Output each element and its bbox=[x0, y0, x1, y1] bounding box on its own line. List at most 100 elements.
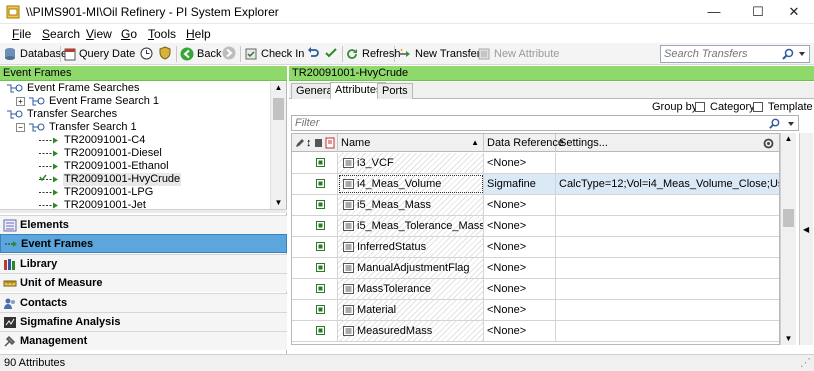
search-transfers-input[interactable] bbox=[661, 46, 777, 62]
new-attribute-button[interactable]: New Attribute bbox=[477, 46, 559, 62]
attribute-name-cell[interactable]: ManualAdjustmentFlag bbox=[338, 258, 484, 278]
data-reference-cell[interactable]: <None> bbox=[484, 321, 556, 341]
attribute-row[interactable]: i5_Meas_Mass <None> bbox=[292, 195, 779, 216]
template-checkbox[interactable] bbox=[753, 102, 763, 112]
data-reference-cell[interactable]: <None> bbox=[484, 237, 556, 257]
tree-item[interactable]: TR20091001-C4 bbox=[0, 134, 270, 147]
checkmark-icon[interactable] bbox=[324, 46, 338, 60]
settings-cell[interactable] bbox=[556, 321, 779, 341]
query-date-button[interactable]: Query Date ▼ bbox=[64, 46, 147, 62]
filter-dropdown-icon[interactable] bbox=[785, 117, 797, 130]
tree-expander-icon[interactable]: + bbox=[16, 97, 25, 106]
side-panel-collapse[interactable]: ◀ bbox=[799, 133, 813, 345]
nav-event-frames[interactable]: Event Frames bbox=[0, 234, 287, 254]
scroll-up-icon[interactable]: ▲ bbox=[272, 82, 285, 94]
settings-cell[interactable] bbox=[556, 279, 779, 299]
data-reference-cell[interactable]: <None> bbox=[484, 258, 556, 278]
attribute-row[interactable]: MeasuredMass <None> bbox=[292, 321, 779, 342]
new-transfer-button[interactable]: New Transfer bbox=[398, 46, 480, 62]
chevron-left-icon[interactable]: ◀ bbox=[803, 225, 809, 234]
grid-scroll-thumb[interactable] bbox=[783, 209, 794, 227]
settings-gear-icon[interactable] bbox=[762, 137, 775, 150]
tree-item[interactable]: TR20091001-Ethanol bbox=[0, 160, 270, 173]
tree-item[interactable]: − Transfer Search 1 bbox=[0, 121, 270, 134]
scroll-up-icon[interactable]: ▲ bbox=[782, 133, 795, 145]
tree-item[interactable]: + Event Frame Search 1 bbox=[0, 95, 270, 108]
check-in-button[interactable]: Check In bbox=[244, 46, 304, 62]
attribute-name-cell[interactable]: i5_Meas_Mass bbox=[338, 195, 484, 215]
settings-cell[interactable] bbox=[556, 237, 779, 257]
data-reference-cell[interactable]: Sigmafine bbox=[484, 174, 556, 194]
resize-grip-icon[interactable]: ⋰ bbox=[800, 355, 811, 371]
attribute-row[interactable]: i4_Meas_Volume Sigmafine CalcType=12;Vol… bbox=[292, 174, 779, 195]
tree-item[interactable]: TR20091001-HvyCrude bbox=[0, 173, 270, 186]
nav-sigmafine-analysis[interactable]: Sigmafine Analysis bbox=[0, 312, 287, 331]
attribute-name-cell[interactable]: InferredStatus bbox=[338, 237, 484, 257]
maximize-button[interactable]: ☐ bbox=[738, 2, 778, 22]
column-data-reference[interactable]: Data Reference bbox=[484, 134, 564, 152]
column-name[interactable]: Name ▲ bbox=[338, 134, 484, 152]
attribute-name-cell[interactable]: MassTolerance bbox=[338, 279, 484, 299]
menu-tools[interactable]: Tools bbox=[148, 27, 176, 41]
nav-elements[interactable]: Elements bbox=[0, 215, 287, 234]
attribute-row[interactable]: InferredStatus <None> bbox=[292, 237, 779, 258]
scroll-down-icon[interactable]: ▼ bbox=[782, 333, 795, 345]
menu-go[interactable]: Go bbox=[121, 27, 137, 41]
attribute-row[interactable]: i3_VCF <None> bbox=[292, 153, 779, 174]
attribute-name-cell[interactable]: MeasuredMass bbox=[338, 321, 484, 341]
attribute-row[interactable]: ManualAdjustmentFlag <None> bbox=[292, 258, 779, 279]
menu-help[interactable]: Help bbox=[186, 27, 211, 41]
tree-scroll-thumb[interactable] bbox=[273, 98, 284, 120]
filter-search-icon[interactable] bbox=[768, 117, 781, 130]
attribute-name-cell[interactable]: i4_Meas_Volume bbox=[338, 174, 484, 194]
data-reference-cell[interactable]: <None> bbox=[484, 153, 556, 173]
tree-expander-icon[interactable]: − bbox=[16, 123, 25, 132]
clock-icon[interactable] bbox=[140, 47, 153, 60]
tree-item[interactable]: TR20091001-Jet bbox=[0, 199, 270, 209]
refresh-button[interactable]: Refresh bbox=[345, 46, 401, 62]
tree-item[interactable]: TR20091001-Diesel bbox=[0, 147, 270, 160]
attribute-name-cell[interactable]: i5_Meas_Tolerance_Mass bbox=[338, 216, 484, 236]
category-checkbox[interactable] bbox=[695, 102, 705, 112]
forward-arrow-icon[interactable] bbox=[222, 46, 236, 60]
filter-input[interactable] bbox=[292, 116, 752, 130]
settings-cell[interactable] bbox=[556, 195, 779, 215]
menu-file[interactable]: File bbox=[12, 27, 31, 41]
column-settings[interactable]: Settings... bbox=[556, 134, 779, 152]
close-button[interactable]: ✕ bbox=[774, 2, 814, 22]
menu-view[interactable]: View bbox=[86, 27, 112, 41]
undo-icon[interactable] bbox=[306, 46, 320, 60]
attribute-name-cell[interactable]: i3_VCF bbox=[338, 153, 484, 173]
settings-cell[interactable] bbox=[556, 300, 779, 320]
nav-contacts[interactable]: Contacts bbox=[0, 292, 287, 312]
tree-item[interactable]: Event Frame Searches bbox=[0, 82, 270, 95]
database-button[interactable]: Database bbox=[3, 46, 67, 62]
data-reference-cell[interactable]: <None> bbox=[484, 216, 556, 236]
tree-item[interactable]: Transfer Searches bbox=[0, 108, 270, 121]
attribute-row[interactable]: MassTolerance <None> bbox=[292, 279, 779, 300]
settings-cell[interactable] bbox=[556, 216, 779, 236]
nav-unit-of-measure[interactable]: Unit of Measure bbox=[0, 273, 287, 293]
search-icon[interactable] bbox=[781, 47, 795, 61]
pane-splitter[interactable] bbox=[0, 209, 287, 213]
settings-cell[interactable] bbox=[556, 153, 779, 173]
scroll-down-icon[interactable]: ▼ bbox=[272, 197, 285, 209]
data-reference-cell[interactable]: <None> bbox=[484, 279, 556, 299]
tab-ports[interactable]: Ports bbox=[377, 83, 413, 99]
chevron-down-icon[interactable] bbox=[795, 47, 809, 61]
attribute-name-cell[interactable]: Material bbox=[338, 300, 484, 320]
back-button[interactable]: Back bbox=[180, 46, 221, 62]
grid-scrollbar[interactable]: ▲ ▼ bbox=[780, 133, 796, 345]
data-reference-cell[interactable]: <None> bbox=[484, 300, 556, 320]
tree-item[interactable]: TR20091001-LPG bbox=[0, 186, 270, 199]
settings-cell[interactable] bbox=[556, 258, 779, 278]
attribute-row[interactable]: i5_Meas_Tolerance_Mass <None> bbox=[292, 216, 779, 237]
shield-icon[interactable] bbox=[158, 46, 172, 60]
attribute-row[interactable]: Material <None> bbox=[292, 300, 779, 321]
nav-library[interactable]: Library bbox=[0, 253, 287, 273]
minimize-button[interactable]: — bbox=[694, 2, 734, 22]
menu-search[interactable]: Search bbox=[42, 27, 80, 41]
settings-cell[interactable]: CalcType=12;Vol=i4_Meas_Volume_Close;Use… bbox=[556, 174, 779, 194]
tree-scrollbar[interactable]: ▲ ▼ bbox=[270, 82, 286, 209]
data-reference-cell[interactable]: <None> bbox=[484, 195, 556, 215]
